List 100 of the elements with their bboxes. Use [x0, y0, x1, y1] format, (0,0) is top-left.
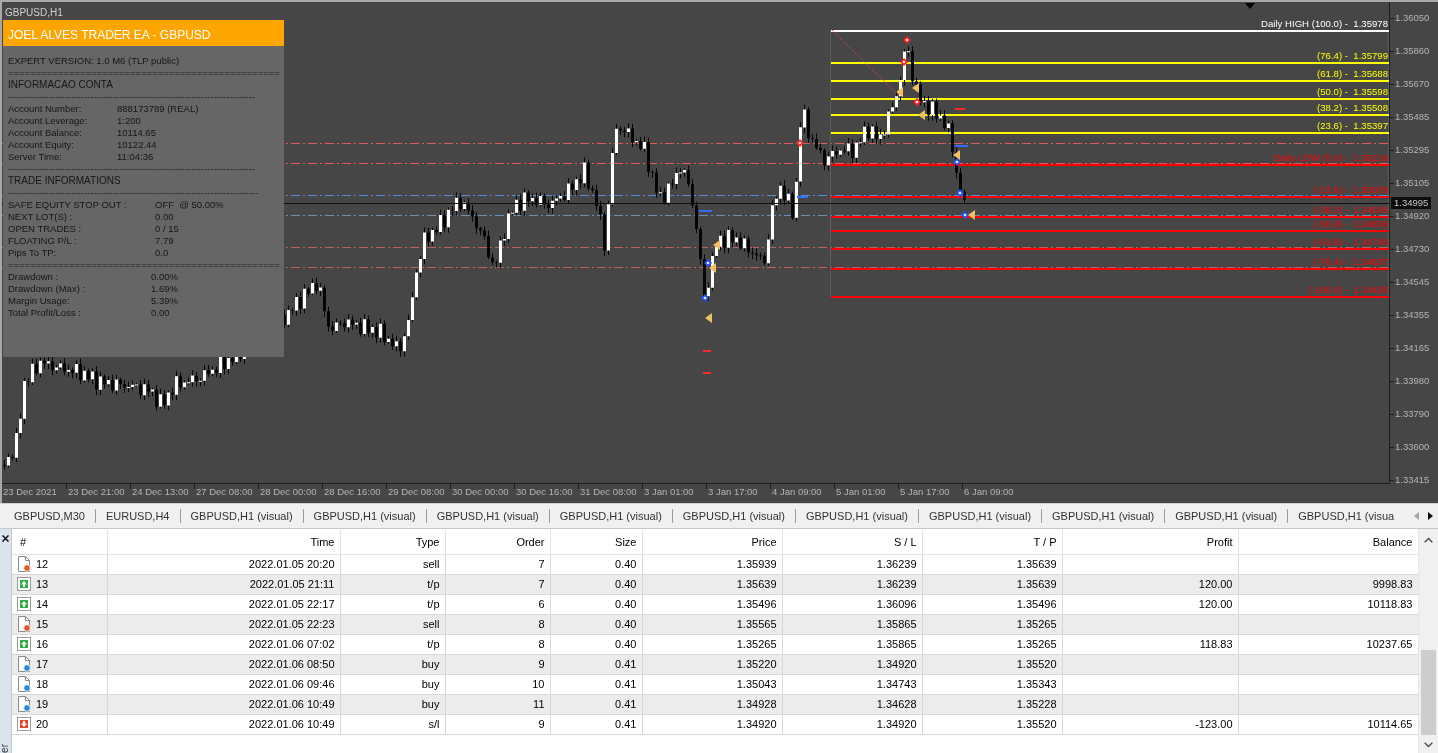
table-cell: buy — [340, 674, 445, 694]
table-cell: 2022.01.06 10:49 — [107, 714, 340, 734]
table-cell: 1.35520 — [922, 654, 1062, 674]
time-axis-label: 29 Dec 08:00 — [388, 486, 445, 497]
panel-title: JOEL ALVES TRADER EA - GBPUSD — [3, 20, 284, 46]
table-cell: 1.35939 — [642, 554, 782, 574]
field-label: Server Time: — [8, 151, 62, 163]
table-cell: 0.41 — [550, 654, 642, 674]
row-number: 18 — [36, 677, 49, 691]
diamond-marker-icon — [956, 189, 964, 197]
chevron-down-icon[interactable] — [1424, 742, 1433, 748]
chevron-up-icon[interactable] — [1424, 537, 1433, 543]
close-icon[interactable] — [2, 535, 9, 542]
row-number: 19 — [36, 697, 49, 711]
chart-tab[interactable]: GBPUSD,H1 (visual) — [180, 505, 303, 527]
dash-marker-icon — [703, 350, 711, 352]
chart-tab[interactable]: GBPUSD,H1 (visual) — [549, 505, 672, 527]
price-axis-label: 1.35485 — [1395, 112, 1430, 122]
separator-text: ------------------------------------------------------------------------------ — [8, 91, 255, 103]
table-cell: 1.35043 — [642, 674, 782, 694]
chart-tab[interactable]: GBPUSD,H1 (visual) — [1042, 505, 1165, 527]
chart-tab[interactable]: GBPUSD,H1 (visual) — [795, 505, 918, 527]
chart-tab[interactable]: GBPUSD,H1 (visual) — [918, 505, 1042, 527]
price-axis-label: 1.34730 — [1395, 244, 1430, 254]
table-cell: 1.36239 — [782, 554, 922, 574]
right-arrow-icon[interactable] — [1428, 512, 1433, 520]
section-heading: TRADE INFORMATIONS — [8, 175, 121, 187]
side-panel-label[interactable]: er — [0, 744, 10, 753]
price-axis-label: 1.33790 — [1395, 409, 1430, 419]
price-axis-label: 1.35105 — [1395, 178, 1430, 188]
row-number: 17 — [36, 657, 49, 671]
fibonacci-level-label: (61.8) - 1.35688 — [1317, 69, 1388, 79]
field-label: NEXT LOT(S) : — [8, 211, 73, 223]
table-cell: 1.36096 — [782, 594, 922, 614]
column-header[interactable]: # — [12, 530, 107, 554]
table-cell: 1.35639 — [922, 554, 1062, 574]
row-number: 20 — [36, 717, 49, 731]
row-number: 16 — [36, 637, 49, 651]
dash-marker-icon — [797, 196, 808, 198]
diamond-marker-icon — [903, 36, 911, 44]
chart-title: GBPUSD,H1 — [5, 7, 63, 19]
field-label: SAFE EQUITY STOP OUT : — [8, 199, 127, 211]
field-value: 0.00 — [151, 307, 170, 319]
fibonacci-level-label: (-38.2) - 1.34928 — [1313, 205, 1388, 215]
fibonacci-level-label: (-76.4) - 1.34637 — [1313, 257, 1388, 267]
chart-tab[interactable]: GBPUSD,M30 — [4, 505, 95, 527]
table-cell: t/p — [340, 594, 445, 614]
triangle-marker-icon — [896, 87, 903, 97]
chart-tab[interactable]: EURUSD,H4 — [95, 505, 180, 527]
price-axis-label: 1.35295 — [1395, 145, 1430, 155]
field-label: Account Balance: — [8, 127, 82, 139]
scrollbar-thumb[interactable] — [1421, 650, 1436, 735]
triangle-marker-icon — [968, 210, 975, 220]
table-cell: 0.41 — [550, 694, 642, 714]
table-cell: 8 — [445, 614, 550, 634]
field-value: 10122.44 — [117, 139, 157, 151]
price-axis-label: 1.33980 — [1395, 376, 1430, 386]
field-label: Account Number: — [8, 103, 82, 115]
column-header[interactable]: T / P — [922, 530, 1062, 554]
time-axis-label: 31 Dec 08:00 — [580, 486, 637, 497]
time-axis-label: 27 Dec 08:00 — [196, 486, 253, 497]
table-cell: 1.34628 — [782, 694, 922, 714]
time-axis-label: 23 Dec 21:00 — [68, 486, 125, 497]
field-value: 0.00 — [155, 211, 174, 223]
table-cell: 1.34920 — [782, 714, 922, 734]
column-header[interactable]: Profit — [1062, 530, 1238, 554]
chart-tab[interactable]: GBPUSD,H1 (visual) — [426, 505, 549, 527]
column-header[interactable]: Time — [107, 530, 340, 554]
column-header[interactable]: S / L — [782, 530, 922, 554]
field-label: Pips To TP: — [8, 247, 57, 259]
table-cell: 0.40 — [550, 614, 642, 634]
triangle-marker-icon — [709, 263, 716, 273]
field-value: 10114.65 — [117, 127, 156, 139]
table-cell: 1.35265 — [922, 614, 1062, 634]
chart-tab[interactable]: GBPUSD,H1 (visua — [1288, 505, 1405, 527]
time-axis-label: 3 Jan 17:00 — [708, 486, 758, 497]
table-cell: 1.35865 — [782, 634, 922, 654]
table-cell: 7 — [445, 554, 550, 574]
time-axis-label: 28 Dec 16:00 — [324, 486, 381, 497]
column-header[interactable]: Order — [445, 530, 550, 554]
column-header[interactable]: Type — [340, 530, 445, 554]
column-header[interactable]: Price — [642, 530, 782, 554]
chart-tab[interactable]: GBPUSD,H1 (visual) — [303, 505, 426, 527]
column-header[interactable]: Size — [550, 530, 642, 554]
chart-tab[interactable]: GBPUSD,H1 (visual) — [672, 505, 795, 527]
table-cell: 1.35220 — [642, 654, 782, 674]
table-cell: 120.00 — [1062, 594, 1238, 614]
table-cell: 1.35496 — [922, 594, 1062, 614]
chart-tab[interactable]: GBPUSD,H1 (visual) — [1165, 505, 1288, 527]
table-cell: 6 — [445, 594, 550, 614]
field-label: Margin Usage: — [8, 295, 70, 307]
triangle-marker-icon — [918, 110, 925, 120]
field-label: Drawdown : — [8, 271, 59, 283]
fibonacci-level-label: (-61.8) - 1.34748 — [1313, 237, 1388, 247]
row-number: 12 — [36, 557, 49, 571]
table-cell: 118.83 — [1062, 634, 1238, 654]
table-cell: 9 — [445, 714, 550, 734]
field-value: 1.69% — [151, 283, 178, 295]
table-cell: 1.35265 — [922, 634, 1062, 654]
triangle-marker-icon — [705, 313, 712, 323]
